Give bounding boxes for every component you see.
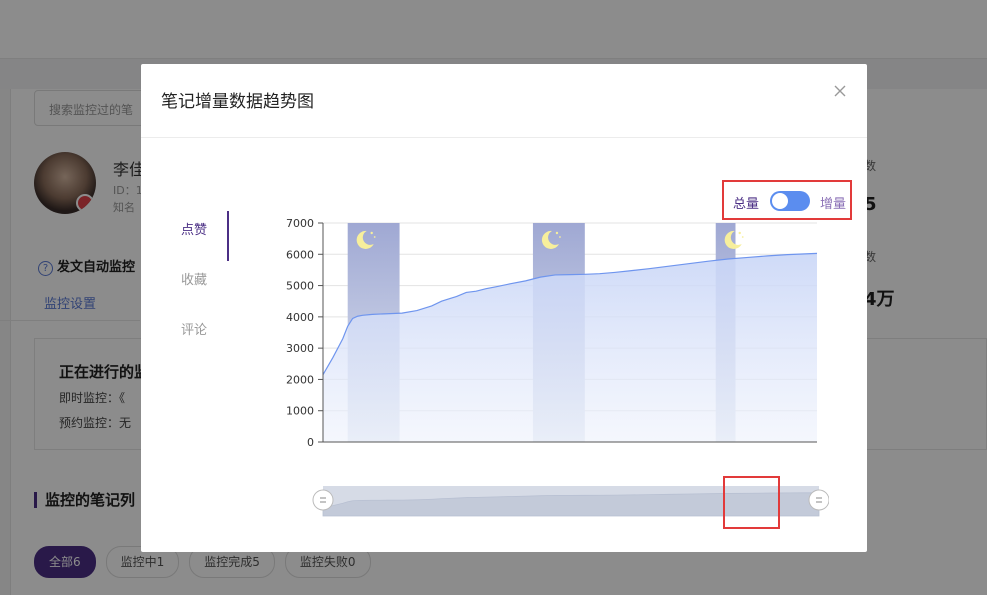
y-tick-label: 7000: [286, 217, 314, 230]
y-tick-label: 4000: [286, 311, 314, 324]
zoom-handle-right[interactable]: [808, 489, 829, 511]
tab-comments[interactable]: 评论: [161, 311, 229, 361]
total-increment-toggle[interactable]: [770, 191, 810, 211]
y-tick-label: 1000: [286, 405, 314, 418]
metric-tabs: 点赞 收藏 评论: [161, 211, 229, 361]
y-tick-label: 3000: [286, 342, 314, 355]
y-tick-label: 2000: [286, 373, 314, 386]
toggle-right-label: 增量: [820, 197, 847, 212]
y-tick-label: 6000: [286, 248, 314, 261]
trend-modal: 笔记增量数据趋势图 点赞 收藏 评论 总量 增量 0 1000 2000 3000 40…: [141, 64, 867, 552]
y-tick-label: 5000: [286, 280, 314, 293]
zoom-handle-left[interactable]: [312, 489, 334, 511]
slider-handle-highlight: [723, 476, 780, 529]
header-divider: [141, 137, 867, 138]
toggle-knob: [772, 193, 788, 209]
tab-favorites[interactable]: 收藏: [161, 261, 229, 311]
tab-likes[interactable]: 点赞: [161, 211, 229, 261]
modal-title: 笔记增量数据趋势图: [161, 92, 314, 112]
close-icon[interactable]: [831, 82, 849, 100]
toggle-left-label: 总量: [733, 197, 760, 212]
y-tick-label: 0: [307, 436, 314, 449]
